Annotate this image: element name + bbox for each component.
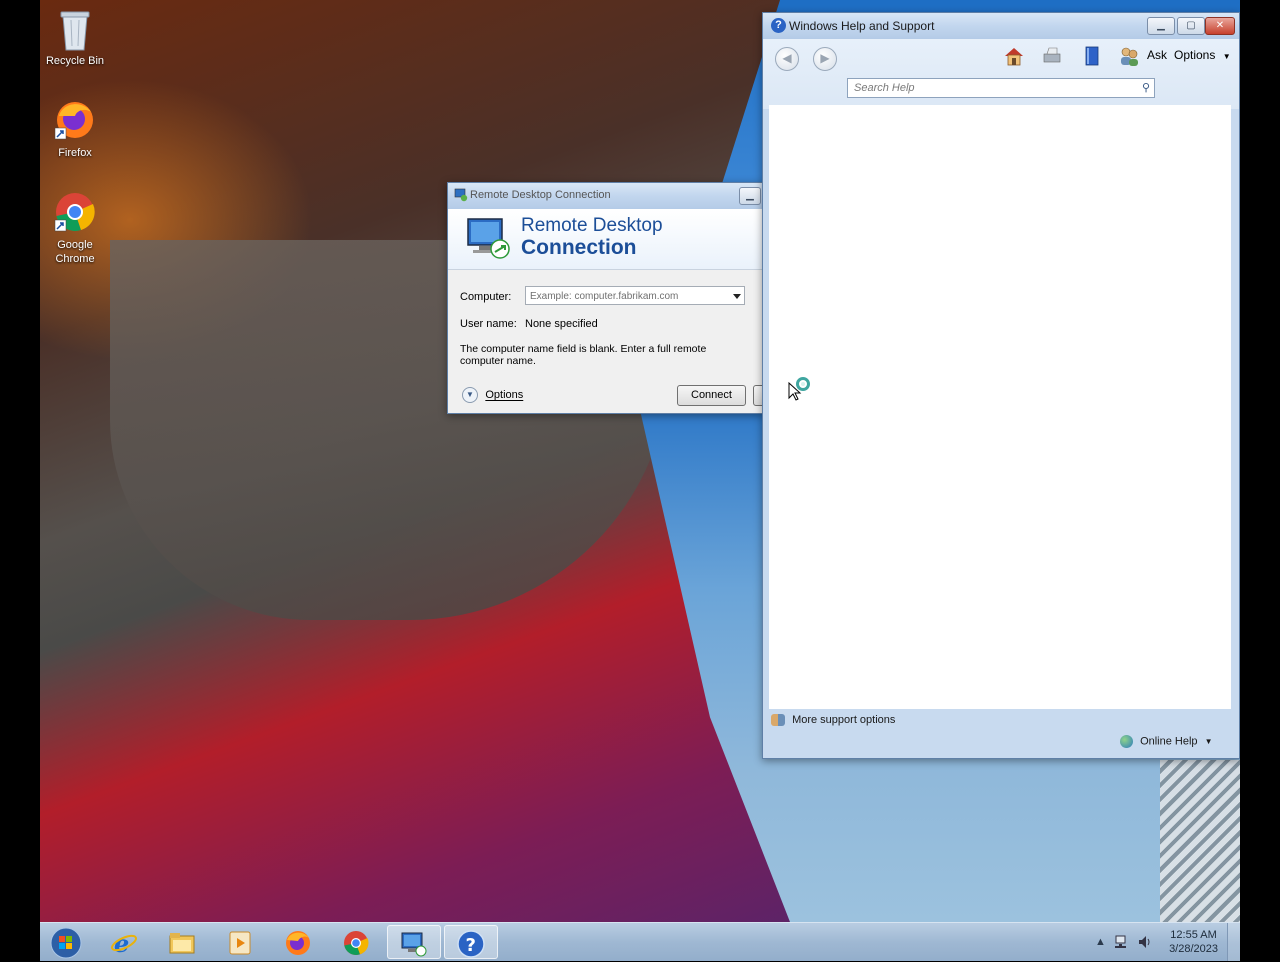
print-icon[interactable] xyxy=(1041,45,1063,67)
media-player-icon xyxy=(226,929,254,957)
back-button[interactable]: ◀ xyxy=(775,47,799,71)
taskbar-help-and-support[interactable]: ? xyxy=(444,925,498,959)
firefox-icon xyxy=(284,929,312,957)
ask-icon[interactable] xyxy=(1118,45,1140,67)
chevron-down-icon[interactable] xyxy=(733,294,741,299)
folder-icon xyxy=(168,929,196,957)
connect-button[interactable]: Connect xyxy=(677,385,746,406)
help-icon: ? xyxy=(457,930,485,958)
remote-desktop-icon xyxy=(400,930,428,958)
more-support-link[interactable]: More support options xyxy=(771,714,896,727)
desktop-icon-recycle-bin[interactable]: Recycle Bin xyxy=(40,6,113,68)
home-icon[interactable] xyxy=(1003,45,1025,67)
search-icon[interactable]: ⚲ xyxy=(1142,79,1150,97)
desktop-icon-firefox[interactable]: Firefox xyxy=(40,98,113,160)
ask-label[interactable]: Ask xyxy=(1147,48,1167,62)
taskbar-windows-explorer[interactable] xyxy=(156,925,208,959)
arrow-left-icon: ◀ xyxy=(782,51,792,65)
chevron-down-icon: ▼ xyxy=(1204,737,1213,746)
rdc-message: The computer name field is blank. Enter … xyxy=(460,343,707,367)
online-help-label: Online Help xyxy=(1140,735,1198,748)
search-help-input[interactable]: Search Help ⚲ xyxy=(847,78,1155,98)
rdc-banner: Remote Desktop Connection xyxy=(448,209,763,270)
help-window: ? Windows Help and Support ▁ ▢ ✕ ◀ ▶ Ask… xyxy=(762,12,1240,759)
remote-desktop-window: Remote Desktop Connection ▁ Remote Deskt… xyxy=(447,182,764,414)
online-help-menu[interactable]: Online Help ▼ xyxy=(1120,735,1213,748)
taskbar-remote-desktop[interactable] xyxy=(387,925,441,959)
maximize-button[interactable]: ▢ xyxy=(1177,17,1205,35)
more-support-label: More support options xyxy=(792,714,896,727)
help-titlebar[interactable]: ? Windows Help and Support ▁ ▢ ✕ xyxy=(763,13,1239,39)
options-toggle[interactable]: ▼ Options xyxy=(462,387,523,403)
close-button[interactable]: ✕ xyxy=(1205,17,1235,35)
desktop-icon-chrome[interactable]: Google Chrome xyxy=(40,190,113,266)
support-people-icon xyxy=(771,714,785,727)
volume-icon[interactable] xyxy=(1137,934,1153,953)
show-desktop-button[interactable] xyxy=(1227,923,1240,961)
minimize-button[interactable]: ▁ xyxy=(739,187,761,205)
rdc-title-icon xyxy=(454,188,468,205)
show-hidden-icons-button[interactable]: ▲ xyxy=(1095,936,1106,948)
firefox-label: Firefox xyxy=(58,147,92,159)
rdc-title: Remote Desktop Connection xyxy=(470,189,611,201)
clock-time: 12:55 AM xyxy=(1170,929,1217,941)
rdc-banner-line1: Remote Desktop xyxy=(521,215,663,236)
forward-button[interactable]: ▶ xyxy=(813,47,837,71)
computer-combobox[interactable]: Example: computer.fabrikam.com xyxy=(525,286,745,305)
help-toolbar: ◀ ▶ Ask Options ▼ Search Help ⚲ xyxy=(763,39,1239,109)
firefox-icon xyxy=(53,98,97,142)
recycle-bin-icon xyxy=(53,6,97,51)
computer-placeholder: Example: computer.fabrikam.com xyxy=(530,291,679,302)
computer-label: Computer: xyxy=(460,291,512,303)
internet-explorer-icon: e xyxy=(110,929,138,958)
help-content-pane xyxy=(769,105,1231,709)
recycle-bin-label: Recycle Bin xyxy=(45,55,105,67)
chrome-label: Google Chrome xyxy=(55,239,95,265)
rdc-banner-line2: Connection xyxy=(521,236,637,259)
search-help-placeholder: Search Help xyxy=(854,82,915,94)
chrome-icon xyxy=(53,190,97,234)
wallpaper-tower xyxy=(1160,760,1240,922)
mouse-cursor xyxy=(788,376,814,402)
username-label: User name: xyxy=(460,318,517,330)
svg-text:?: ? xyxy=(466,935,476,956)
chrome-icon xyxy=(342,929,370,957)
rdc-titlebar[interactable]: Remote Desktop Connection ▁ xyxy=(448,183,763,209)
taskbar-internet-explorer[interactable]: e xyxy=(98,925,150,959)
globe-icon xyxy=(1120,735,1133,748)
clock-date: 3/28/2023 xyxy=(1169,943,1218,955)
taskbar-chrome[interactable] xyxy=(330,925,382,959)
taskbar-firefox[interactable] xyxy=(272,925,324,959)
remote-desktop-icon xyxy=(464,215,512,264)
chevron-down-icon: ▼ xyxy=(1222,52,1231,61)
minimize-button[interactable]: ▁ xyxy=(1147,17,1175,35)
browse-help-icon[interactable] xyxy=(1081,45,1103,67)
expand-icon: ▼ xyxy=(462,387,478,403)
windows-logo-icon xyxy=(50,927,82,959)
taskbar-media-player[interactable] xyxy=(214,925,266,959)
options-label: Options xyxy=(485,389,524,401)
taskbar: e ? ▲ 12:55 AM 3/28/2023 xyxy=(40,922,1240,961)
arrow-right-icon: ▶ xyxy=(820,51,830,65)
clock[interactable]: 12:55 AM 3/28/2023 xyxy=(1169,928,1218,956)
help-title: Windows Help and Support xyxy=(789,19,935,33)
options-menu-label: Options xyxy=(1174,48,1216,62)
network-icon[interactable] xyxy=(1114,934,1130,953)
username-value: None specified xyxy=(525,318,598,330)
help-title-icon: ? xyxy=(771,18,786,33)
options-menu[interactable]: Options ▼ xyxy=(1174,48,1231,62)
start-button[interactable] xyxy=(40,925,92,959)
